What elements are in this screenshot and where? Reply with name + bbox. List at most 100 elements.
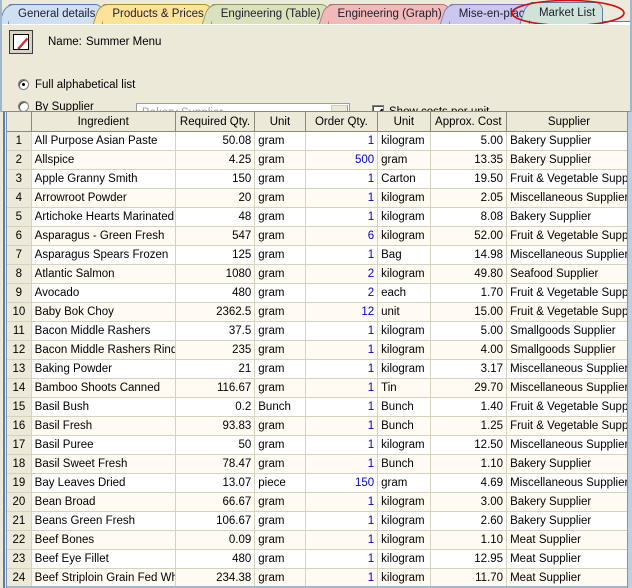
- cell-unit2[interactable]: kilogram: [377, 492, 431, 512]
- cell-rownum[interactable]: 2: [7, 150, 32, 170]
- cell-approx_cost[interactable]: 1.40: [430, 397, 508, 417]
- cell-supplier[interactable]: Bakery Supplier: [506, 511, 632, 531]
- table-row[interactable]: 10 Baby Bok Choy 2362.5 gram 12 unit 15.00 Frui…: [7, 302, 632, 322]
- cell-rownum[interactable]: 13: [7, 359, 32, 379]
- tab-engineering-table[interactable]: Engineering (Table): [210, 4, 329, 24]
- table-row[interactable]: 18 Basil Sweet Fresh 78.47 gram 1 Bunch 1.10 Ba…: [7, 454, 632, 474]
- cell-required_qty[interactable]: 0.2: [175, 397, 256, 417]
- cell-rownum[interactable]: 18: [7, 454, 32, 474]
- cell-order_qty[interactable]: 2: [305, 283, 379, 303]
- table-row[interactable]: 23 Beef Eye Fillet 480 gram 1 kilogram 12.95 Me…: [7, 549, 632, 569]
- cell-approx_cost[interactable]: 1.10: [430, 454, 508, 474]
- cell-unit1[interactable]: gram: [254, 207, 306, 227]
- cell-order_qty[interactable]: 1: [305, 359, 379, 379]
- cell-rownum[interactable]: 10: [7, 302, 32, 322]
- cell-rownum[interactable]: 23: [7, 549, 32, 569]
- cell-order_qty[interactable]: 1: [305, 131, 379, 151]
- cell-approx_cost[interactable]: 5.00: [430, 321, 508, 341]
- table-row[interactable]: 6 Asparagus - Green Fresh 547 gram 6 kilogram…: [7, 226, 632, 246]
- cell-approx_cost[interactable]: 4.00: [430, 340, 508, 360]
- table-row[interactable]: 20 Bean Broad 66.67 gram 1 kilogram 3.00 Bakery…: [7, 492, 632, 512]
- cell-required_qty[interactable]: 234.38: [175, 568, 256, 588]
- cell-ingredient[interactable]: Asparagus Spears Frozen: [31, 245, 176, 265]
- cell-ingredient[interactable]: Asparagus - Green Fresh: [31, 226, 176, 246]
- cell-rownum[interactable]: 15: [7, 397, 32, 417]
- grid-header-supplier[interactable]: Supplier: [506, 112, 632, 132]
- cell-ingredient[interactable]: Basil Sweet Fresh: [31, 454, 176, 474]
- cell-unit1[interactable]: gram: [254, 226, 306, 246]
- cell-rownum[interactable]: 3: [7, 169, 32, 189]
- table-row[interactable]: 1 All Purpose Asian Paste 50.08 gram 1 kilogr…: [7, 131, 632, 151]
- table-row[interactable]: 2 Allspice 4.25 gram 500 gram 13.35 Bakery Supp…: [7, 150, 632, 170]
- cell-unit2[interactable]: kilogram: [377, 131, 431, 151]
- cell-unit1[interactable]: gram: [254, 264, 306, 284]
- grid-header-required_qty[interactable]: Required Qty.: [175, 112, 256, 132]
- table-row[interactable]: 19 Bay Leaves Dried 13.07 piece 150 gram 4.69 M…: [7, 473, 632, 493]
- cell-required_qty[interactable]: 13.07: [175, 473, 256, 493]
- cell-unit1[interactable]: gram: [254, 435, 306, 455]
- cell-unit1[interactable]: Bunch: [254, 397, 306, 417]
- tab-engineering-graph[interactable]: Engineering (Graph): [327, 4, 450, 24]
- cell-rownum[interactable]: 21: [7, 511, 32, 531]
- cell-unit2[interactable]: kilogram: [377, 530, 431, 550]
- cell-supplier[interactable]: Miscellaneous Supplier: [506, 435, 632, 455]
- cell-unit1[interactable]: gram: [254, 283, 306, 303]
- cell-unit2[interactable]: gram: [377, 473, 431, 493]
- tab-market-list[interactable]: Market List: [528, 2, 604, 24]
- cell-unit2[interactable]: kilogram: [377, 340, 431, 360]
- cell-approx_cost[interactable]: 8.08: [430, 207, 508, 227]
- cell-required_qty[interactable]: 66.67: [175, 492, 256, 512]
- cell-ingredient[interactable]: Bean Broad: [31, 492, 176, 512]
- cell-unit2[interactable]: kilogram: [377, 188, 431, 208]
- cell-supplier[interactable]: Miscellaneous Supplier: [506, 378, 632, 398]
- cell-required_qty[interactable]: 480: [175, 283, 256, 303]
- cell-unit2[interactable]: Carton: [377, 169, 431, 189]
- cell-approx_cost[interactable]: 12.50: [430, 435, 508, 455]
- cell-ingredient[interactable]: Beef Bones: [31, 530, 176, 550]
- cell-supplier[interactable]: Meat Supplier: [506, 568, 632, 588]
- cell-unit1[interactable]: gram: [254, 321, 306, 341]
- table-row[interactable]: 7 Asparagus Spears Frozen 125 gram 1 Bag 14.98…: [7, 245, 632, 265]
- cell-order_qty[interactable]: 1: [305, 435, 379, 455]
- cell-rownum[interactable]: 17: [7, 435, 32, 455]
- cell-unit2[interactable]: kilogram: [377, 549, 431, 569]
- cell-order_qty[interactable]: 1: [305, 549, 379, 569]
- cell-unit1[interactable]: gram: [254, 245, 306, 265]
- cell-order_qty[interactable]: 1: [305, 454, 379, 474]
- cell-order_qty[interactable]: 2: [305, 264, 379, 284]
- cell-approx_cost[interactable]: 2.60: [430, 511, 508, 531]
- cell-approx_cost[interactable]: 1.25: [430, 416, 508, 436]
- cell-order_qty[interactable]: 1: [305, 245, 379, 265]
- cell-ingredient[interactable]: Bacon Middle Rashers Rindless: [31, 340, 176, 360]
- cell-order_qty[interactable]: 500: [305, 150, 379, 170]
- edit-name-button[interactable]: [9, 30, 33, 54]
- table-row[interactable]: 14 Bamboo Shoots Canned 116.67 gram 1 Tin 29.7…: [7, 378, 632, 398]
- cell-rownum[interactable]: 6: [7, 226, 32, 246]
- cell-ingredient[interactable]: Allspice: [31, 150, 176, 170]
- cell-unit1[interactable]: gram: [254, 530, 306, 550]
- cell-unit1[interactable]: gram: [254, 340, 306, 360]
- table-row[interactable]: 24Beef Striploin Grain Fed Whole234.38gr…: [7, 568, 632, 588]
- cell-unit1[interactable]: gram: [254, 549, 306, 569]
- cell-supplier[interactable]: Smallgoods Supplier: [506, 340, 632, 360]
- table-row[interactable]: 15 Basil Bush 0.2 Bunch 1 Bunch 1.40 Fruit & Ve…: [7, 397, 632, 417]
- grid-header-rownum[interactable]: [7, 112, 32, 132]
- cell-unit1[interactable]: gram: [254, 416, 306, 436]
- cell-unit1[interactable]: gram: [254, 359, 306, 379]
- cell-required_qty[interactable]: 48: [175, 207, 256, 227]
- cell-required_qty[interactable]: 0.09: [175, 530, 256, 550]
- cell-supplier[interactable]: Bakery Supplier: [506, 492, 632, 512]
- cell-unit1[interactable]: gram: [254, 150, 306, 170]
- cell-approx_cost[interactable]: 14.98: [430, 245, 508, 265]
- cell-ingredient[interactable]: Apple Granny Smith: [31, 169, 176, 189]
- cell-unit2[interactable]: kilogram: [377, 511, 431, 531]
- cell-rownum[interactable]: 5: [7, 207, 32, 227]
- cell-ingredient[interactable]: Atlantic Salmon: [31, 264, 176, 284]
- cell-supplier[interactable]: Miscellaneous Supplier: [506, 473, 632, 493]
- table-row[interactable]: 8 Atlantic Salmon 1080 gram 2 kilogram 49.80 Se…: [7, 264, 632, 284]
- cell-approx_cost[interactable]: 13.35: [430, 150, 508, 170]
- cell-supplier[interactable]: Smallgoods Supplier: [506, 321, 632, 341]
- cell-supplier[interactable]: Miscellaneous Supplier: [506, 188, 632, 208]
- cell-order_qty[interactable]: 1: [305, 188, 379, 208]
- cell-ingredient[interactable]: Baking Powder: [31, 359, 176, 379]
